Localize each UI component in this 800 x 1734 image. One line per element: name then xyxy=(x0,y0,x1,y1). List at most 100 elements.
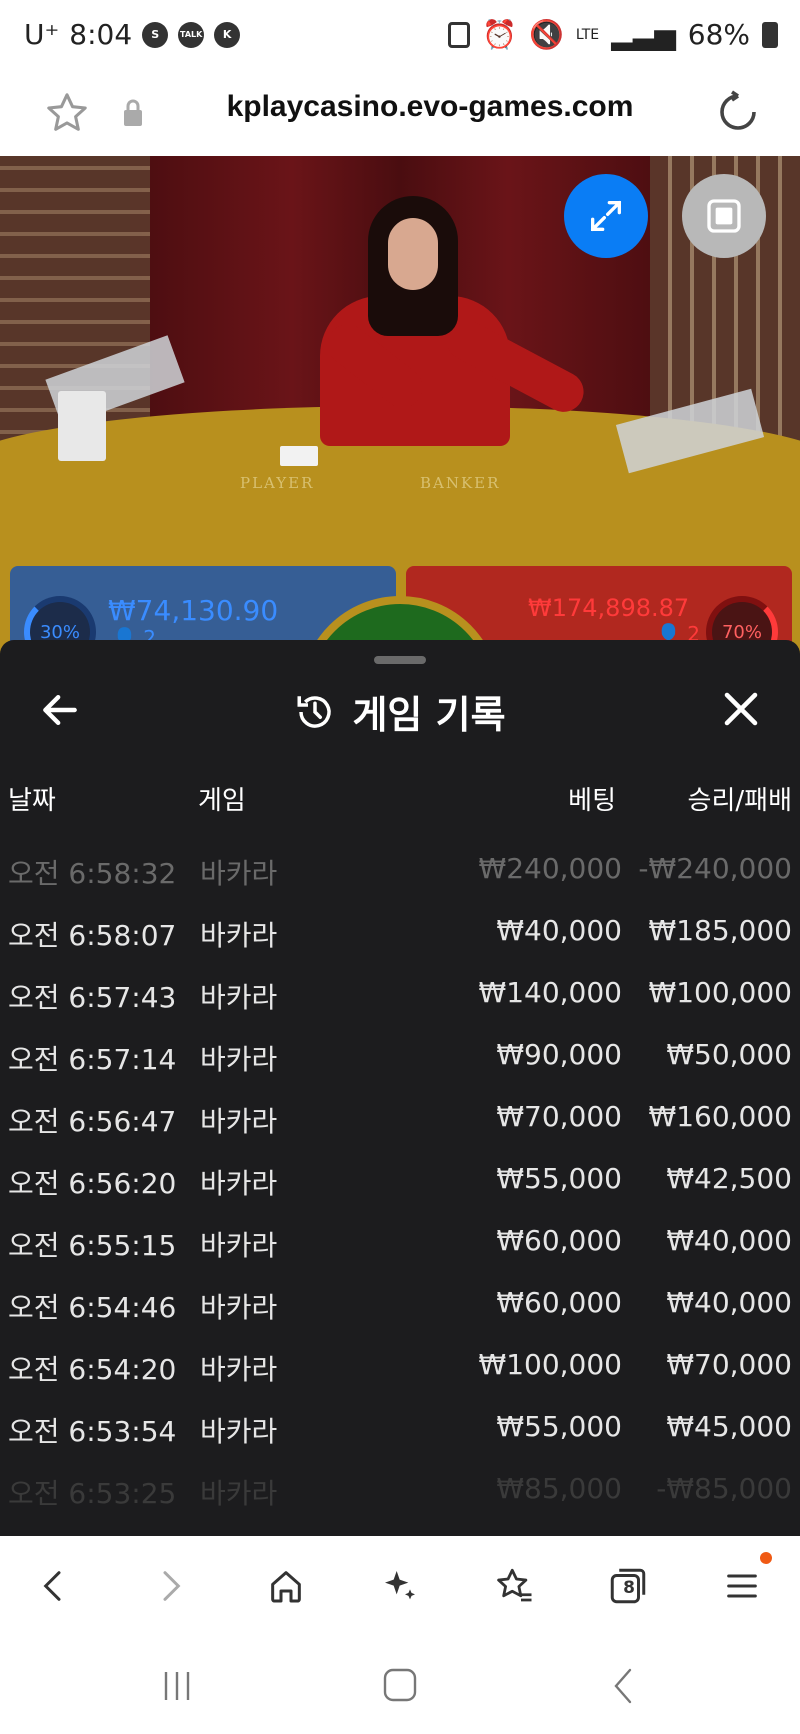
fullscreen-button[interactable] xyxy=(564,174,648,258)
sheet-title: 게임 기록 xyxy=(352,693,506,737)
row-game: 바카라 xyxy=(200,1477,278,1510)
history-row[interactable]: 오전 6:55:15 바카라 ₩60,000 ₩40,000 xyxy=(0,1212,800,1274)
url-bar: kplaycasino.evo-games.com xyxy=(0,76,800,156)
row-game: 바카라 xyxy=(200,1229,278,1262)
row-date: 오전 6:53:25 xyxy=(8,1477,177,1510)
url-text[interactable]: kplaycasino.evo-games.com xyxy=(170,90,690,124)
home-button[interactable] xyxy=(258,1558,314,1614)
pip-button[interactable] xyxy=(682,174,766,258)
tabs-button[interactable]: 8 xyxy=(600,1558,656,1614)
row-date: 오전 6:53:54 xyxy=(8,1415,177,1448)
row-date: 오전 6:56:20 xyxy=(8,1167,177,1200)
recent-apps-icon[interactable] xyxy=(152,1664,202,1708)
pip-icon xyxy=(707,199,741,233)
back-nav-icon[interactable] xyxy=(600,1664,650,1708)
row-win-loss: -₩240,000 xyxy=(638,852,792,885)
row-bet: ₩70,000 xyxy=(496,1100,622,1133)
status-bar-left: U⁺ 8:04 S TALK K xyxy=(24,18,241,51)
history-row[interactable]: 오전 6:56:47 바카라 ₩70,000 ₩160,000 xyxy=(0,1088,800,1150)
row-date: 오전 6:58:32 xyxy=(8,857,177,890)
bookmark-list-icon xyxy=(497,1568,532,1602)
system-nav-bar xyxy=(0,1636,800,1734)
row-win-loss: -₩85,000 xyxy=(656,1472,792,1505)
status-bar: U⁺ 8:04 S TALK K ⏰ 🔇 LTE ▂▃▅ 68% xyxy=(0,0,800,76)
browser-back-button[interactable] xyxy=(26,1558,82,1614)
row-game: 바카라 xyxy=(200,1167,278,1200)
history-row[interactable]: 오전 6:53:25 바카라 ₩85,000 -₩85,000 xyxy=(0,1460,800,1522)
row-win-loss: ₩160,000 xyxy=(648,1100,792,1133)
history-row[interactable]: 오전 6:58:07 바카라 ₩40,000 ₩185,000 xyxy=(0,902,800,964)
column-header-date: 날짜 xyxy=(8,786,56,816)
close-icon[interactable] xyxy=(720,688,762,730)
row-win-loss: ₩45,000 xyxy=(666,1410,792,1443)
card-stack xyxy=(58,391,106,461)
row-game: 바카라 xyxy=(200,1353,278,1386)
signal-icon: ▂▃▅ xyxy=(611,18,676,51)
row-game: 바카라 xyxy=(200,919,278,952)
row-game: 바카라 xyxy=(200,1291,278,1324)
history-row[interactable]: 오전 6:57:14 바카라 ₩90,000 ₩50,000 xyxy=(0,1026,800,1088)
row-date: 오전 6:54:46 xyxy=(8,1291,177,1324)
row-date: 오전 6:57:43 xyxy=(8,981,177,1014)
row-bet: ₩100,000 xyxy=(478,1348,622,1381)
sparkle-icon xyxy=(385,1571,415,1600)
row-bet: ₩60,000 xyxy=(496,1224,622,1257)
bookmarks-button[interactable] xyxy=(486,1558,542,1614)
chevron-left-icon xyxy=(43,1571,61,1601)
row-game: 바카라 xyxy=(200,1043,278,1076)
row-bet: ₩55,000 xyxy=(496,1162,622,1195)
mute-icon: 🔇 xyxy=(529,18,564,51)
row-game: 바카라 xyxy=(200,1105,278,1138)
history-row[interactable]: 오전 6:54:46 바카라 ₩60,000 ₩40,000 xyxy=(0,1274,800,1336)
tabs-count: 8 xyxy=(623,1578,635,1598)
row-bet: ₩55,000 xyxy=(496,1410,622,1443)
expand-icon xyxy=(591,201,621,231)
clock: 8:04 xyxy=(69,18,133,51)
history-row[interactable]: 오전 6:57:43 바카라 ₩140,000 ₩100,000 xyxy=(0,964,800,1026)
ai-button[interactable] xyxy=(372,1558,428,1614)
row-win-loss: ₩70,000 xyxy=(666,1348,792,1381)
chevron-right-icon xyxy=(163,1571,181,1601)
row-bet: ₩140,000 xyxy=(478,976,622,1009)
row-game: 바카라 xyxy=(200,857,278,890)
row-game: 바카라 xyxy=(200,981,278,1014)
alarm-icon: ⏰ xyxy=(482,18,517,51)
talk-icon: TALK xyxy=(178,21,205,48)
history-row[interactable]: 오전 6:56:20 바카라 ₩55,000 ₩42,500 xyxy=(0,1150,800,1212)
row-date: 오전 6:56:47 xyxy=(8,1105,177,1138)
row-date: 오전 6:57:14 xyxy=(8,1043,177,1076)
carrier-label: U⁺ xyxy=(24,18,60,51)
row-win-loss: ₩185,000 xyxy=(648,914,792,947)
browser-toolbar: 8 xyxy=(0,1536,800,1636)
row-game: 바카라 xyxy=(200,1415,278,1448)
sheet-grabber[interactable] xyxy=(374,656,426,664)
sheet-header: 게임 기록 xyxy=(0,684,800,739)
home-icon xyxy=(271,1571,301,1603)
home-nav-icon[interactable] xyxy=(375,1664,425,1708)
row-win-loss: ₩42,500 xyxy=(666,1162,792,1195)
bookmark-star-icon[interactable] xyxy=(44,90,90,136)
row-bet: ₩60,000 xyxy=(496,1286,622,1319)
k-icon: K xyxy=(214,21,241,48)
row-win-loss: ₩50,000 xyxy=(666,1038,792,1071)
history-row[interactable]: 오전 6:58:32 바카라 ₩240,000 -₩240,000 xyxy=(0,840,800,902)
hamburger-icon xyxy=(727,1574,757,1598)
lte-label: LTE xyxy=(575,26,600,43)
row-win-loss: ₩40,000 xyxy=(666,1286,792,1319)
battery-icon xyxy=(762,21,778,48)
battery-percent: 68% xyxy=(687,18,750,51)
menu-button[interactable] xyxy=(714,1552,772,1614)
row-date: 오전 6:55:15 xyxy=(8,1229,177,1262)
reload-icon[interactable] xyxy=(714,88,762,136)
notification-dot xyxy=(760,1552,772,1564)
row-bet: ₩40,000 xyxy=(496,914,622,947)
row-win-loss: ₩40,000 xyxy=(666,1224,792,1257)
dealt-card xyxy=(280,446,318,466)
browser-forward-button[interactable] xyxy=(142,1558,198,1614)
column-header-win-loss: 승리/패배 xyxy=(687,786,792,816)
history-row[interactable]: 오전 6:54:20 바카라 ₩100,000 ₩70,000 xyxy=(0,1336,800,1398)
clipboard-icon xyxy=(448,21,471,48)
history-row[interactable]: 오전 6:53:54 바카라 ₩55,000 ₩45,000 xyxy=(0,1398,800,1460)
game-history-sheet: 게임 기록 날짜 게임 베팅 승리/패배 오전 6:58:32 바카라 ₩240… xyxy=(0,640,800,1536)
live-video[interactable]: PLAYER BANKER 30% ₩74,130.90 👤 2 ₩174,89… xyxy=(0,156,800,656)
